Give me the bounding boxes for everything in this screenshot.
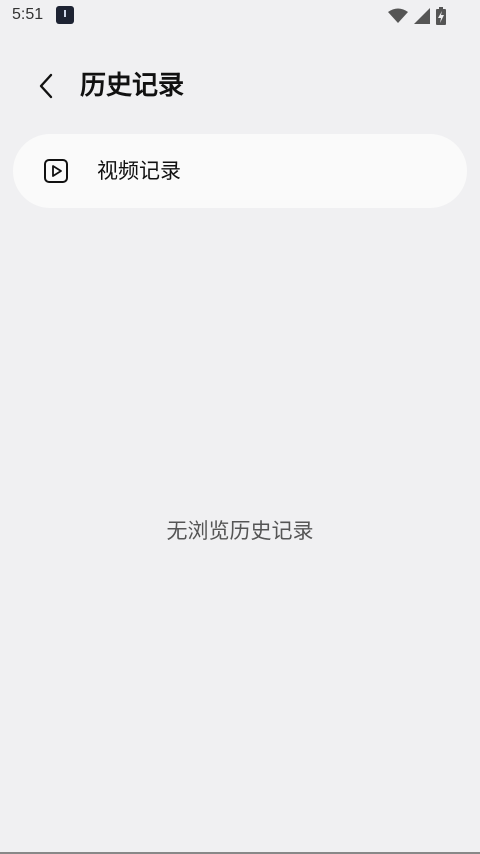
video-history-item[interactable]: 视频记录	[13, 134, 467, 208]
header: 历史记录	[0, 56, 480, 116]
cell-signal-icon	[414, 8, 430, 24]
empty-state-text: 无浏览历史记录	[166, 519, 314, 543]
chevron-left-icon	[39, 73, 53, 99]
page-title: 历史记录	[80, 71, 185, 101]
status-bar: 5:51	[0, 0, 480, 32]
battery-charging-icon	[436, 7, 446, 25]
status-time: 5:51	[12, 6, 44, 23]
back-button[interactable]	[28, 68, 64, 104]
wifi-icon	[388, 8, 408, 24]
notification-app-icon	[56, 6, 74, 24]
status-icons	[388, 6, 446, 26]
video-play-icon	[43, 158, 69, 184]
video-history-label: 视频记录	[97, 159, 181, 183]
